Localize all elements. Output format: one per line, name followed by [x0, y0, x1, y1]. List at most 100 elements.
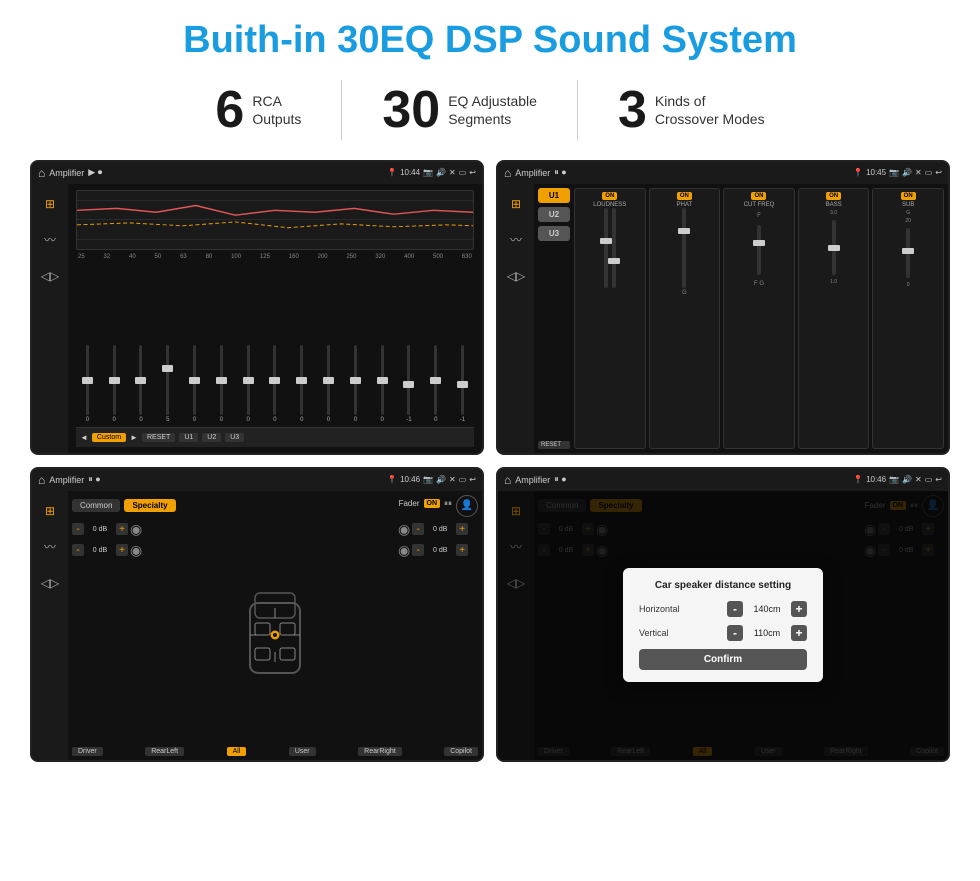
- db3-minus[interactable]: -: [412, 523, 424, 535]
- car-svg: [235, 578, 315, 688]
- user-icon[interactable]: 👤: [456, 495, 478, 517]
- label-driver[interactable]: Driver: [72, 747, 103, 756]
- home-icon[interactable]: ⌂: [38, 166, 45, 180]
- screen4-app: Amplifier: [515, 475, 550, 485]
- fader-on-badge: ON: [424, 499, 441, 508]
- label-copilot[interactable]: Copilot: [444, 747, 478, 756]
- db4-plus[interactable]: +: [456, 544, 468, 556]
- wave-icon[interactable]: 〰: [38, 228, 62, 252]
- confirm-button[interactable]: Confirm: [639, 649, 807, 670]
- label-rearleft[interactable]: RearLeft: [145, 747, 184, 756]
- eq-band-8[interactable]: 0: [264, 345, 287, 423]
- db4-value: 0 dB: [426, 547, 454, 554]
- screen3-specialty: ⌂ Amplifier ⏸ ● 📍 10:46 📷 🔊 ✕ ▭ ↩ ⊞ 〰: [30, 467, 484, 762]
- sub-slider[interactable]: [906, 228, 910, 278]
- screen1-statusbar: ⌂ Amplifier ▶ ⏺ 📍 10:44 📷 🔊 ✕ ▭ ↩: [32, 162, 482, 184]
- amp-reset-btn[interactable]: RESET: [538, 441, 570, 449]
- eq-icon[interactable]: ⊞: [38, 192, 62, 216]
- horizontal-minus-btn[interactable]: -: [727, 601, 743, 617]
- phat-slider[interactable]: [682, 208, 686, 288]
- eq-band-2[interactable]: 0: [103, 345, 126, 423]
- speaker-icon[interactable]: ◁▷: [38, 264, 62, 288]
- eq-band-15[interactable]: -1: [451, 345, 474, 423]
- screen2-eq-icon[interactable]: ⊞: [504, 192, 528, 216]
- speaker-dot-4: ◉: [398, 542, 410, 559]
- screen3-rect: ▭: [459, 475, 467, 484]
- vertical-plus-btn[interactable]: +: [791, 625, 807, 641]
- eq-band-5[interactable]: 0: [183, 345, 206, 423]
- speaker-dot-2: ◉: [130, 542, 142, 559]
- screen2-wave-icon[interactable]: 〰: [504, 228, 528, 252]
- cutfreq-label: CUT FREQ: [744, 202, 775, 208]
- db-ctrl-2: - 0 dB + ◉: [72, 542, 152, 559]
- screen4-vol: 🔊: [902, 475, 912, 484]
- loudness-slider1[interactable]: [604, 208, 608, 288]
- screen4-home[interactable]: ⌂: [504, 473, 511, 487]
- eq-band-4[interactable]: 5: [156, 345, 179, 423]
- preset-u1[interactable]: U1: [538, 188, 570, 203]
- label-rearright[interactable]: RearRight: [358, 747, 402, 756]
- eq-band-11[interactable]: 0: [344, 345, 367, 423]
- screen3-vol: 🔊: [436, 475, 446, 484]
- eq-reset-btn[interactable]: RESET: [142, 433, 175, 442]
- screen1-app-label: Amplifier: [49, 168, 84, 178]
- label-all[interactable]: All: [227, 747, 247, 756]
- fader-text: Fader: [399, 499, 420, 508]
- screen3-speaker-icon[interactable]: ◁▷: [38, 571, 62, 595]
- screen3-tab-specialty[interactable]: Specialty: [124, 499, 175, 512]
- screen1-time: 10:44: [400, 168, 420, 177]
- amp-presets: U1 U2 U3 RESET: [538, 188, 570, 449]
- preset-u2[interactable]: U2: [538, 207, 570, 222]
- sub-label: SUB: [902, 202, 914, 208]
- loudness-label: LOUDNESS: [593, 202, 626, 208]
- screen3-tab-common[interactable]: Common: [72, 499, 120, 512]
- eq-band-9[interactable]: 0: [290, 345, 313, 423]
- screen2-home-icon[interactable]: ⌂: [504, 166, 511, 180]
- vertical-minus-btn[interactable]: -: [727, 625, 743, 641]
- eq-band-3[interactable]: 0: [130, 345, 153, 423]
- amp-phat: ON PHAT G: [649, 188, 721, 449]
- screen2-vol: 🔊: [902, 168, 912, 177]
- cutfreq-slider[interactable]: [757, 225, 761, 275]
- eq-custom-btn[interactable]: Custom: [92, 433, 126, 442]
- db2-plus[interactable]: +: [116, 544, 128, 556]
- eq-band-7[interactable]: 0: [237, 345, 260, 423]
- eq-u1-btn[interactable]: U1: [179, 433, 198, 442]
- loudness-slider2[interactable]: [612, 208, 616, 288]
- screen3-content: ⊞ 〰 ◁▷ Common Specialty Fader ON: [32, 491, 482, 760]
- screen1-eq: ⌂ Amplifier ▶ ⏺ 📍 10:44 📷 🔊 ✕ ▭ ↩ ⊞ 〰: [30, 160, 484, 455]
- screen3-side-icons: ⊞ 〰 ◁▷: [32, 491, 68, 760]
- db3-plus[interactable]: +: [456, 523, 468, 535]
- screen3-wave-icon[interactable]: 〰: [38, 535, 62, 559]
- preset-u3[interactable]: U3: [538, 226, 570, 241]
- screen3-eq-icon[interactable]: ⊞: [38, 499, 62, 523]
- stat-rca-number: 6: [215, 84, 244, 136]
- eq-sliders: 0 0 0 5 0 0 0 0 0 0 0 0 -1 0 -1: [76, 262, 474, 427]
- eq-next-btn[interactable]: ►: [130, 433, 138, 442]
- fader-label: Fader ON ⏸⏸: [399, 499, 452, 509]
- db2-minus[interactable]: -: [72, 544, 84, 556]
- db1-minus[interactable]: -: [72, 523, 84, 535]
- eq-band-14[interactable]: 0: [424, 345, 447, 423]
- bass-slider[interactable]: [832, 220, 836, 275]
- eq-band-10[interactable]: 0: [317, 345, 340, 423]
- db1-plus[interactable]: +: [116, 523, 128, 535]
- screen3-home[interactable]: ⌂: [38, 473, 45, 487]
- eq-u3-btn[interactable]: U3: [225, 433, 244, 442]
- speaker-right: ◉ - 0 dB + ◉ - 0 dB +: [398, 521, 478, 745]
- label-user[interactable]: User: [289, 747, 316, 756]
- db-ctrl-4: ◉ - 0 dB +: [398, 542, 478, 559]
- eq-band-12[interactable]: 0: [371, 345, 394, 423]
- eq-band-1[interactable]: 0: [76, 345, 99, 423]
- eq-band-6[interactable]: 0: [210, 345, 233, 423]
- screen3-time: 10:46: [400, 475, 420, 484]
- db4-minus[interactable]: -: [412, 544, 424, 556]
- dialog-overlay: Car speaker distance setting Horizontal …: [498, 491, 948, 760]
- screen2-speaker-icon[interactable]: ◁▷: [504, 264, 528, 288]
- eq-prev-btn[interactable]: ◄: [80, 433, 88, 442]
- stat-crossover-label: Kinds ofCrossover Modes: [655, 92, 765, 128]
- screen1-camera-icon: 📷: [423, 168, 433, 177]
- horizontal-plus-btn[interactable]: +: [791, 601, 807, 617]
- eq-u2-btn[interactable]: U2: [202, 433, 221, 442]
- eq-band-13[interactable]: -1: [398, 345, 421, 423]
